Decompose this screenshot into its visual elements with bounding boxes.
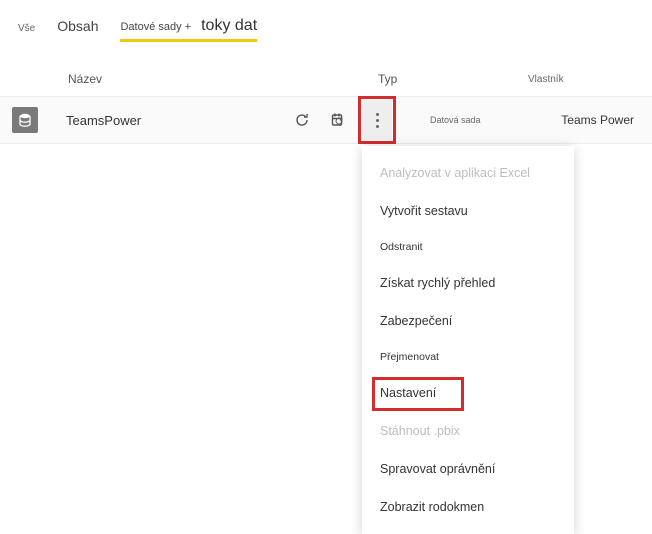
menu-download-pbix: Stáhnout .pbix [362, 412, 574, 450]
tab-all[interactable]: Vše [18, 23, 35, 42]
col-header-name[interactable]: Název [68, 72, 378, 86]
row-actions [290, 100, 392, 140]
context-menu: Analyzovat v aplikaci Excel Vytvořit ses… [362, 146, 574, 534]
menu-rename[interactable]: Přejmenovat [362, 340, 574, 374]
tab-datasets-dataflows[interactable]: Datové sady + toky dat [120, 17, 257, 42]
tab-content[interactable]: Obsah [57, 18, 98, 42]
menu-manage-permissions[interactable]: Spravovat oprávnění [362, 450, 574, 488]
dataset-icon [12, 107, 38, 133]
menu-settings-label: Nastavení [380, 386, 436, 400]
tabs-bar: Vše Obsah Datové sady + toky dat [0, 0, 652, 42]
col-header-owner[interactable]: Vlastník [528, 74, 628, 85]
menu-view-lineage[interactable]: Zobrazit rodokmen [362, 488, 574, 526]
col-header-type[interactable]: Typ [378, 72, 528, 86]
menu-settings[interactable]: Nastavení [362, 374, 574, 412]
menu-analyze-excel: Analyzovat v aplikaci Excel [362, 154, 574, 192]
table-row[interactable]: TeamsPower Datová sada Teams Power [0, 96, 652, 144]
menu-delete[interactable]: Odstranit [362, 230, 574, 264]
menu-security[interactable]: Zabezpečení [362, 302, 574, 340]
row-name[interactable]: TeamsPower [66, 113, 266, 128]
tab-datasets-label: Datové sady + [120, 21, 191, 33]
row-type: Datová sada [430, 115, 550, 125]
menu-create-report[interactable]: Vytvořit sestavu [362, 192, 574, 230]
menu-quick-insights[interactable]: Získat rychlý přehled [362, 264, 574, 302]
tab-dataflows-label: toky dat [201, 17, 257, 35]
refresh-icon[interactable] [290, 108, 314, 132]
more-options-button[interactable] [362, 100, 392, 140]
schedule-refresh-icon[interactable] [326, 108, 350, 132]
row-owner[interactable]: Teams Power [561, 113, 634, 127]
more-vertical-icon [376, 113, 379, 128]
column-headers: Název Typ Vlastník [0, 42, 652, 96]
